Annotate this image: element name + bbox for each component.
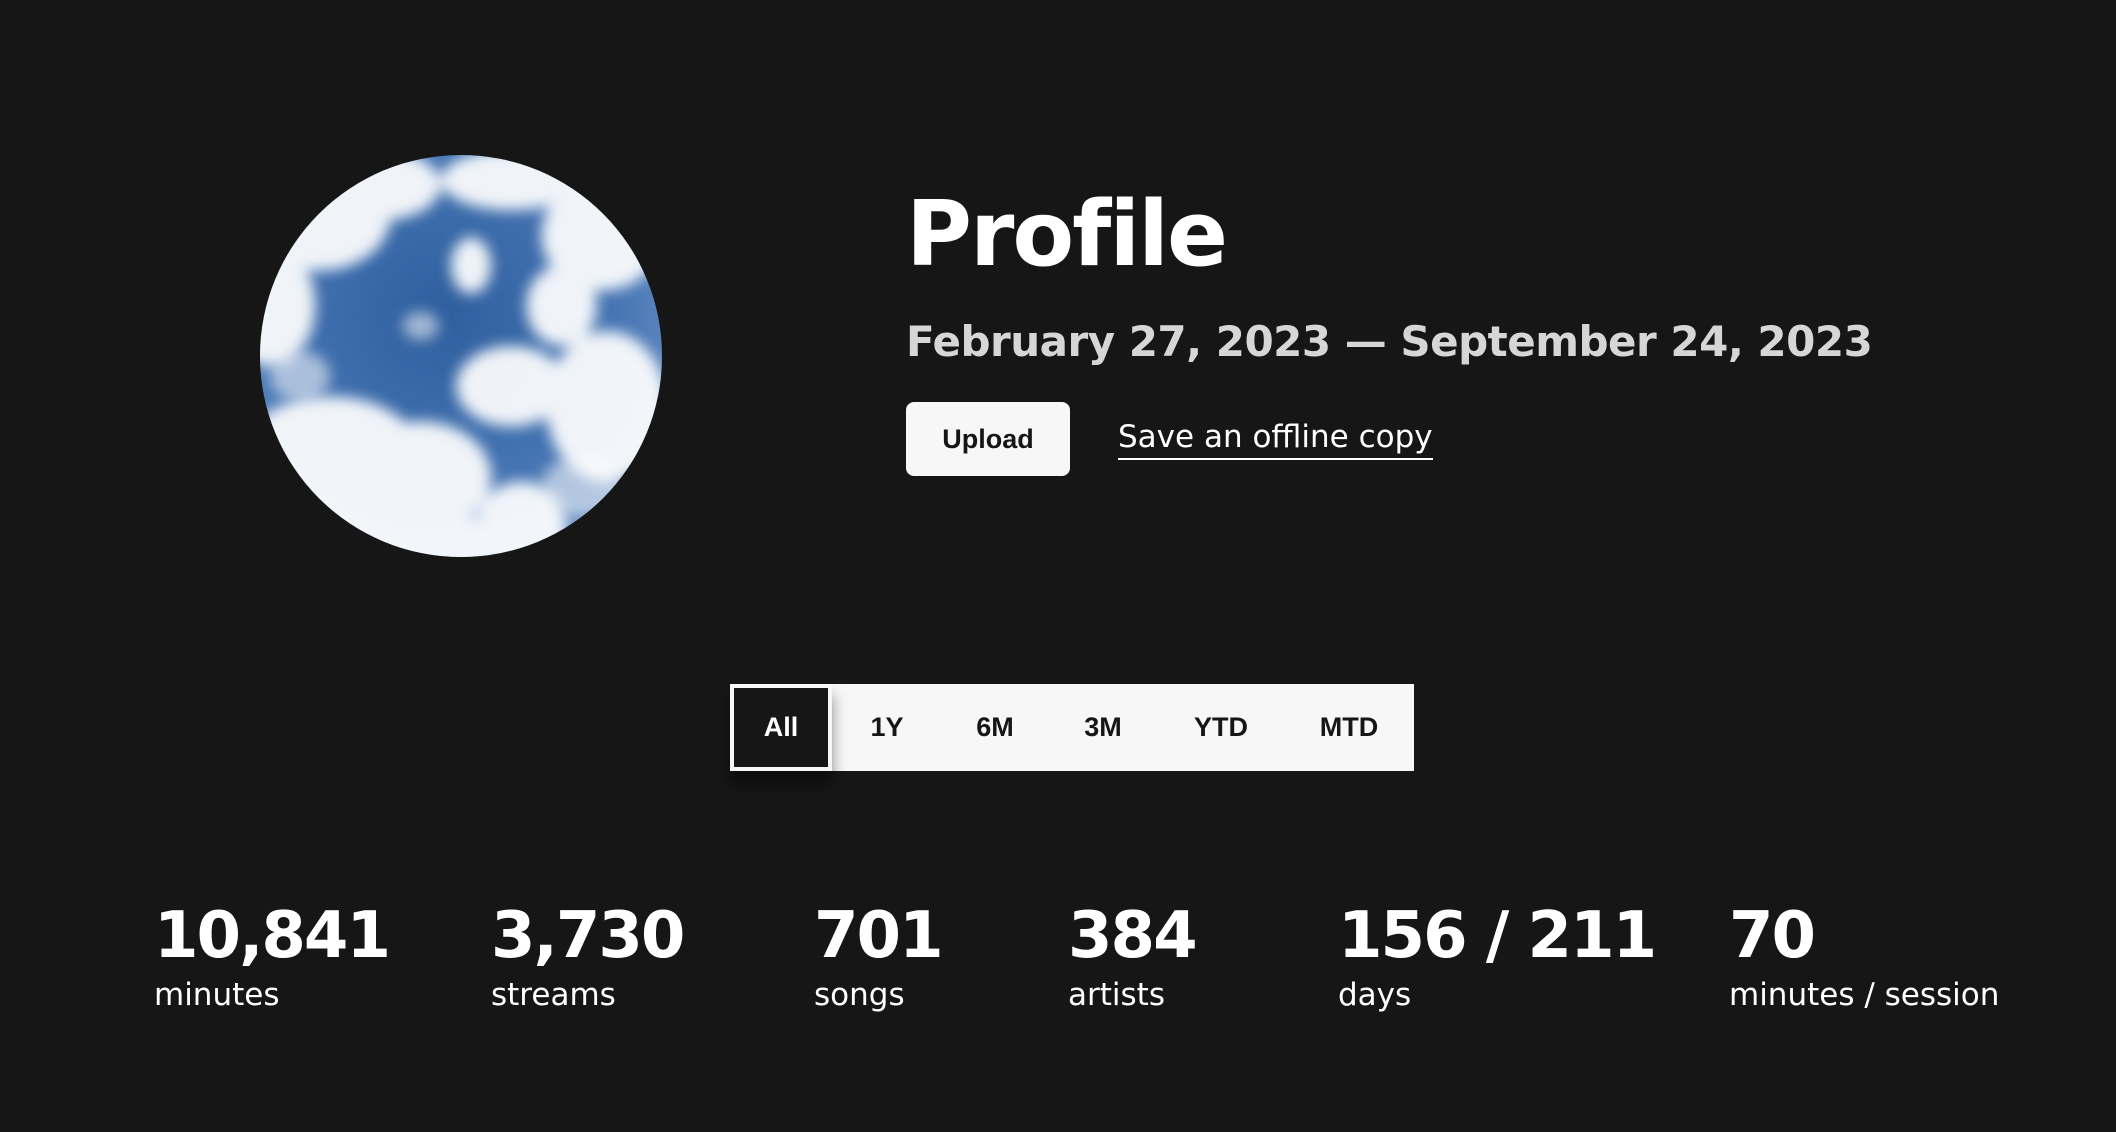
stat-label: artists [1068, 977, 1165, 1013]
stat-label: minutes [154, 977, 280, 1013]
time-range-selector: All 1Y 6M 3M YTD MTD [730, 684, 1414, 771]
stat-minutes: 10,841 minutes [154, 899, 391, 1014]
stat-value: 156 / 211 [1338, 899, 1657, 973]
tab-1y[interactable]: 1Y [832, 684, 942, 771]
page-title: Profile [906, 182, 1228, 287]
stat-streams: 3,730 streams [491, 899, 685, 1014]
profile-header: Profile February 27, 2023 — September 24… [906, 180, 2006, 476]
stat-label: days [1338, 977, 1412, 1013]
profile-actions: Upload Save an offline copy [906, 402, 2006, 476]
profile-avatar [260, 155, 662, 557]
upload-button[interactable]: Upload [906, 402, 1070, 476]
tab-all[interactable]: All [730, 684, 832, 771]
stat-songs: 701 songs [814, 899, 944, 1014]
stat-artists: 384 artists [1068, 899, 1198, 1014]
save-offline-copy-link[interactable]: Save an offline copy [1118, 418, 1433, 460]
stat-label: songs [814, 977, 905, 1013]
stat-minutes-per-session: 70 minutes / session [1729, 900, 1999, 1014]
stat-value: 384 [1068, 899, 1198, 973]
stat-value: 3,730 [491, 899, 685, 973]
stat-value: 70 [1729, 899, 1816, 973]
tab-3m[interactable]: 3M [1048, 684, 1158, 771]
stat-value: 701 [814, 899, 944, 973]
tab-6m[interactable]: 6M [942, 684, 1048, 771]
tab-ytd[interactable]: YTD [1158, 684, 1284, 771]
tab-mtd[interactable]: MTD [1284, 684, 1414, 771]
date-range: February 27, 2023 — September 24, 2023 [906, 317, 1873, 366]
sky-clouds-avatar-icon [260, 155, 662, 557]
stat-value: 10,841 [154, 899, 391, 973]
stat-days: 156 / 211 days [1338, 899, 1657, 1014]
stat-label: streams [491, 977, 616, 1013]
stat-label: minutes / session [1729, 977, 2000, 1013]
